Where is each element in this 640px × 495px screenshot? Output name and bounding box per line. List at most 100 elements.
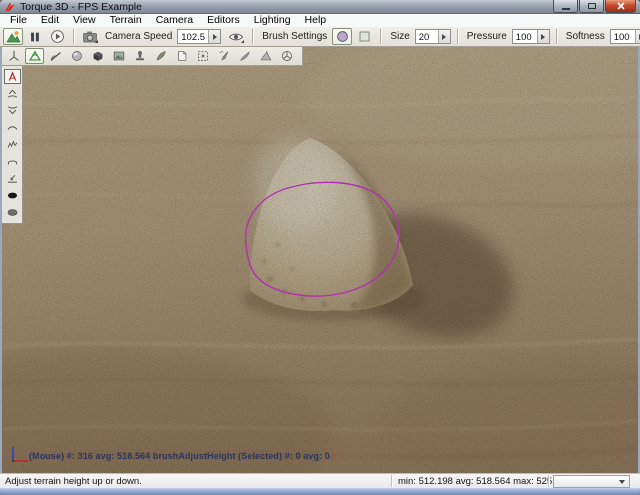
- toolbar-separator: [380, 29, 381, 44]
- material-tool-icon: [112, 49, 126, 63]
- tool-brush[interactable]: [235, 48, 254, 64]
- menu-lighting[interactable]: Lighting: [247, 14, 298, 27]
- menu-file[interactable]: File: [3, 14, 34, 27]
- tool-cube[interactable]: [88, 48, 107, 64]
- status-separator: [548, 475, 549, 487]
- menu-editors[interactable]: Editors: [200, 14, 247, 27]
- tool-feather[interactable]: [151, 48, 170, 64]
- menu-help[interactable]: Help: [298, 14, 334, 27]
- tool-terrain-editor[interactable]: [25, 48, 44, 64]
- brush-softness-value[interactable]: 100: [611, 30, 635, 43]
- pause-button[interactable]: [25, 28, 45, 45]
- brush-stats-overlay: (Mouse) #: 316 avg: 518.564 brushAdjustH…: [29, 451, 330, 461]
- torque-logo-icon: [4, 1, 16, 13]
- brush-softness-input[interactable]: 100: [610, 29, 640, 44]
- terrain-tool-palette: [2, 66, 23, 224]
- dropdown-corner-icon: [95, 40, 98, 43]
- maximize-button[interactable]: [579, 0, 604, 13]
- size-spinner[interactable]: [438, 30, 450, 43]
- close-icon: [617, 2, 625, 10]
- sand-grain-texture: [2, 47, 638, 473]
- restore-terrain-icon: [6, 206, 19, 219]
- marquee-tool-icon: [196, 49, 210, 63]
- camera-speed-label: Camera Speed: [105, 31, 172, 42]
- camera-menu-button[interactable]: [80, 28, 100, 45]
- title-bar[interactable]: Torque 3D - FPS Example: [0, 0, 640, 14]
- status-hint: Adjust terrain height up or down.: [5, 476, 142, 487]
- play-button[interactable]: [47, 28, 67, 45]
- tool-stamp[interactable]: [130, 48, 149, 64]
- brush-tool-icon: [238, 49, 252, 63]
- tool-spray[interactable]: [214, 48, 233, 64]
- minimize-button[interactable]: [553, 0, 578, 13]
- palette-noise[interactable]: [4, 137, 21, 152]
- pressure-label: Pressure: [467, 31, 507, 42]
- main-toolbar: Camera Speed 102.5 Brush Settings Size: [0, 27, 640, 47]
- menu-terrain[interactable]: Terrain: [103, 14, 149, 27]
- tool-wheel[interactable]: [277, 48, 296, 64]
- maximize-icon: [588, 3, 596, 9]
- camera-speed-value[interactable]: 102.5: [178, 30, 208, 43]
- mountain-scene-icon: [5, 29, 21, 45]
- noise-icon: [6, 138, 19, 151]
- dropdown-corner-icon: [241, 40, 244, 43]
- decal-tool-icon: [175, 49, 189, 63]
- spinner-arrow-icon: [541, 34, 545, 40]
- softness-label: Softness: [566, 31, 605, 42]
- palette-adjust-height[interactable]: [4, 69, 21, 84]
- palette-smooth[interactable]: [4, 120, 21, 135]
- dune-tool-icon: [259, 49, 273, 63]
- axis-tool-icon: [7, 49, 21, 63]
- toolbar-separator: [556, 29, 557, 44]
- tool-axis[interactable]: [4, 48, 23, 64]
- palette-flatten[interactable]: [4, 154, 21, 169]
- toolbar-separator: [73, 29, 74, 44]
- tool-decal[interactable]: [172, 48, 191, 64]
- brush-shape-box-button[interactable]: [354, 28, 374, 45]
- terrain-editor-icon: [28, 49, 42, 63]
- palette-raise-height[interactable]: [4, 86, 21, 101]
- palette-clear-terrain[interactable]: [4, 188, 21, 203]
- pressure-spinner[interactable]: [537, 30, 549, 43]
- menu-view[interactable]: View: [66, 14, 103, 27]
- camera-speed-spinner[interactable]: [208, 30, 220, 43]
- tool-material[interactable]: [109, 48, 128, 64]
- minimize-icon: [562, 8, 570, 10]
- brush-pressure-input[interactable]: 100: [512, 29, 550, 44]
- chevron-down-icon: [619, 480, 625, 484]
- feather-tool-icon: [154, 49, 168, 63]
- menu-bar: File Edit View Terrain Camera Editors Li…: [0, 14, 640, 27]
- palette-lower-height[interactable]: [4, 103, 21, 118]
- palette-restore-terrain[interactable]: [4, 205, 21, 220]
- sphere-tool-icon: [70, 49, 84, 63]
- status-dropdown[interactable]: [553, 475, 630, 488]
- spinner-arrow-icon: [213, 34, 217, 40]
- menu-edit[interactable]: Edit: [34, 14, 66, 27]
- stamp-tool-icon: [133, 49, 147, 63]
- brush-pressure-value[interactable]: 100: [513, 30, 537, 43]
- brush-settings-label: Brush Settings: [262, 31, 327, 42]
- brush-size-input[interactable]: 20: [415, 29, 451, 44]
- raise-height-icon: [6, 87, 19, 100]
- editor-tools-toolbar: [2, 47, 303, 66]
- spinner-arrow-icon: [442, 34, 446, 40]
- terrain-render[interactable]: [2, 47, 638, 473]
- viewport[interactable]: (Mouse) #: 316 avg: 518.564 brushAdjustH…: [2, 47, 638, 473]
- lower-height-icon: [6, 104, 19, 117]
- close-button[interactable]: [605, 0, 636, 13]
- tool-marquee[interactable]: [193, 48, 212, 64]
- camera-speed-input[interactable]: 102.5: [177, 29, 221, 44]
- visibility-menu-button[interactable]: [226, 28, 246, 45]
- brush-shape-ellipse-button[interactable]: [332, 28, 352, 45]
- tool-dune[interactable]: [256, 48, 275, 64]
- tool-slope[interactable]: [46, 48, 65, 64]
- circle-brush-icon: [335, 29, 350, 44]
- spray-tool-icon: [217, 49, 231, 63]
- brush-size-value[interactable]: 20: [416, 30, 438, 43]
- menu-camera[interactable]: Camera: [149, 14, 200, 27]
- tool-sphere[interactable]: [67, 48, 86, 64]
- world-editor-button[interactable]: [3, 28, 23, 45]
- softness-spinner[interactable]: [635, 30, 640, 43]
- app-window: Torque 3D - FPS Example File Edit View T…: [0, 0, 640, 495]
- palette-set-height[interactable]: [4, 171, 21, 186]
